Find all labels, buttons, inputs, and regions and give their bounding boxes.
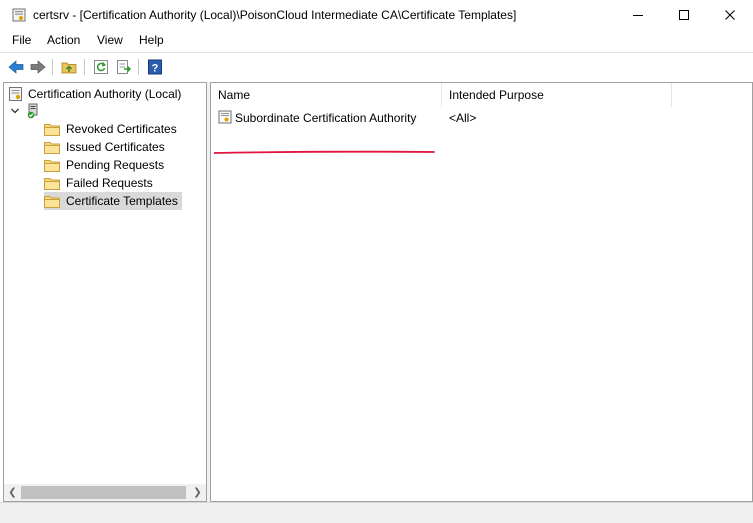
refresh-button[interactable]	[91, 57, 111, 77]
tree-item-label: Revoked Certificates	[66, 122, 177, 136]
minimize-icon	[633, 15, 643, 16]
tree-root-label: Certification Authority (Local)	[28, 87, 182, 101]
up-one-level-button[interactable]	[59, 57, 79, 77]
export-list-icon	[117, 60, 132, 74]
minimize-button[interactable]	[615, 0, 661, 30]
ca-server-check-icon	[27, 103, 38, 119]
menu-view[interactable]: View	[97, 33, 123, 47]
tree-item-failed-requests[interactable]: Failed Requests	[44, 174, 157, 192]
window-title: certsrv - [Certification Authority (Loca…	[33, 8, 517, 22]
toolbar-separator	[138, 59, 139, 75]
chevron-down-icon[interactable]	[10, 106, 20, 116]
close-icon	[725, 10, 735, 20]
results-pane: Name Intended Purpose Subordinate Certif…	[210, 82, 753, 502]
column-header-intended-purpose[interactable]: Intended Purpose	[442, 83, 672, 107]
tree-item-pending-requests[interactable]: Pending Requests	[44, 156, 168, 174]
folder-icon	[44, 195, 60, 208]
maximize-button[interactable]	[661, 0, 707, 30]
back-button[interactable]	[6, 57, 26, 77]
scroll-left-arrow-icon[interactable]: ❮	[4, 484, 21, 501]
menu-action[interactable]: Action	[47, 33, 80, 47]
folder-icon	[44, 141, 60, 154]
certification-authority-icon	[9, 87, 22, 101]
refresh-icon	[94, 60, 108, 74]
tree-item-revoked-certificates[interactable]: Revoked Certificates	[44, 120, 181, 138]
table-row[interactable]: Subordinate Certification Authority <All…	[211, 108, 751, 154]
tree-root[interactable]: Certification Authority (Local)	[8, 86, 181, 102]
row-name: Subordinate Certification Authority	[235, 111, 417, 125]
scrollbar-thumb[interactable]	[21, 486, 186, 499]
tree-item-certificate-templates[interactable]: Certificate Templates	[44, 192, 182, 210]
row-intended-purpose: <All>	[449, 111, 477, 125]
menu-help[interactable]: Help	[139, 33, 164, 47]
tree-item-label: Pending Requests	[66, 158, 165, 172]
close-button[interactable]	[707, 0, 753, 30]
toolbar-separator	[84, 59, 85, 75]
folder-icon	[44, 123, 60, 136]
forward-arrow-icon	[30, 60, 46, 74]
menu-file[interactable]: File	[12, 33, 31, 47]
tree-ca-node[interactable]	[10, 103, 40, 119]
status-bar	[0, 502, 753, 523]
toolbar: ?	[0, 52, 753, 81]
title-bar: certsrv - [Certification Authority (Loca…	[0, 0, 753, 30]
certificate-template-icon	[218, 110, 232, 124]
certsrv-app-icon	[12, 8, 26, 22]
forward-button[interactable]	[28, 57, 48, 77]
tree-item-label: Certificate Templates	[66, 194, 178, 208]
column-header-name[interactable]: Name	[211, 83, 442, 107]
help-button[interactable]: ?	[145, 57, 165, 77]
folder-up-icon	[61, 62, 77, 74]
svg-text:?: ?	[152, 63, 159, 75]
menu-bar: File Action View Help	[0, 30, 753, 52]
tree-item-issued-certificates[interactable]: Issued Certificates	[44, 138, 169, 156]
export-list-button[interactable]	[114, 57, 134, 77]
scroll-right-arrow-icon[interactable]: ❯	[189, 484, 206, 501]
toolbar-separator	[52, 59, 53, 75]
back-arrow-icon	[8, 60, 24, 74]
tree-horizontal-scrollbar[interactable]: ❮ ❯	[4, 484, 206, 501]
tree-item-label: Issued Certificates	[66, 140, 165, 154]
folder-icon	[44, 159, 60, 172]
annotation-underline	[214, 150, 435, 154]
help-icon: ?	[148, 59, 162, 75]
console-tree: Certification Authority (Local) Revoked …	[3, 82, 207, 502]
folder-icon	[44, 177, 60, 190]
tree-item-label: Failed Requests	[66, 176, 153, 190]
maximize-icon	[679, 10, 689, 20]
